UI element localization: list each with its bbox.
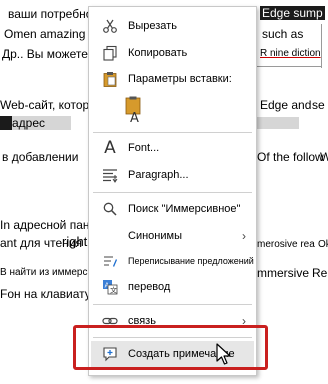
- menu-item-label: Копировать: [128, 47, 188, 59]
- doc-text: Ok: [318, 239, 328, 250]
- menu-item-synonyms[interactable]: Синонимы ›: [89, 225, 256, 247]
- menu-item-translate[interactable]: A文 перевод: [89, 276, 256, 298]
- svg-text:A: A: [130, 111, 139, 124]
- context-menu: Вырезать Копировать Параметры вставки: A…: [88, 6, 257, 376]
- frame-line: [321, 24, 322, 68]
- clipboard-icon: [101, 70, 119, 88]
- menu-item-paragraph[interactable]: Paragraph...: [89, 164, 256, 186]
- doc-text: such as: [262, 27, 304, 41]
- menu-item-font[interactable]: A Font...: [89, 137, 256, 159]
- menu-separator: [93, 192, 252, 193]
- menu-item-copy[interactable]: Копировать: [89, 42, 256, 64]
- doc-text: Др.. Вы можете: [2, 47, 88, 61]
- doc-text: R nine diction: [260, 48, 321, 59]
- menu-item-label: Вырезать: [128, 20, 177, 32]
- chevron-right-icon: ›: [242, 229, 246, 243]
- menu-item-cut[interactable]: Вырезать: [89, 15, 256, 37]
- menu-item-label: Font...: [128, 142, 160, 154]
- svg-text:文: 文: [110, 286, 117, 295]
- search-icon: [101, 200, 119, 218]
- paragraph-icon: [101, 166, 119, 184]
- frame-line: [255, 66, 321, 67]
- menu-separator: [93, 304, 252, 305]
- doc-text: Omen amazing I: [4, 27, 93, 41]
- font-icon: A: [104, 138, 116, 158]
- menu-item-rewrite[interactable]: Переписывание предложений: [89, 250, 256, 272]
- copy-icon: [101, 44, 119, 62]
- scissors-icon: [101, 17, 119, 35]
- mouse-cursor-icon: [216, 343, 234, 367]
- doc-highlight: адрес: [0, 116, 88, 130]
- doc-text: Of the follow: [257, 150, 324, 164]
- menu-item-label: Синонимы: [128, 230, 182, 242]
- menu-item-label: Параметры вставки:: [128, 73, 232, 85]
- doc-highlight: [257, 117, 299, 129]
- paste-text-only-icon: A: [125, 96, 145, 124]
- menu-item-label: Paragraph...: [128, 169, 189, 181]
- menu-item-label: Поиск "Иммерсивное": [128, 203, 241, 215]
- menu-item-immersive-search[interactable]: Поиск "Иммерсивное": [89, 198, 256, 220]
- doc-text: mmersive: [257, 266, 310, 280]
- menu-item-paste-options: Параметры вставки:: [89, 68, 256, 90]
- doc-text: W: [320, 150, 328, 164]
- doc-text: se: [312, 98, 325, 112]
- menu-item-label: Переписывание предложений: [128, 256, 254, 266]
- paste-keep-text-only-button[interactable]: A: [89, 93, 256, 127]
- translate-icon: A文: [101, 278, 119, 296]
- doc-text: merosive rea: [257, 239, 315, 250]
- menu-item-label: перевод: [128, 281, 171, 293]
- doc-text: Edge and: [260, 98, 312, 112]
- doc-highlight: Edge sump: [260, 6, 325, 20]
- doc-text: в добавлении: [2, 150, 79, 164]
- doc-text: right: [62, 234, 88, 249]
- rewrite-icon: [101, 252, 119, 270]
- doc-text: Re: [312, 266, 328, 280]
- menu-separator: [93, 132, 252, 133]
- highlight-box: [73, 325, 268, 370]
